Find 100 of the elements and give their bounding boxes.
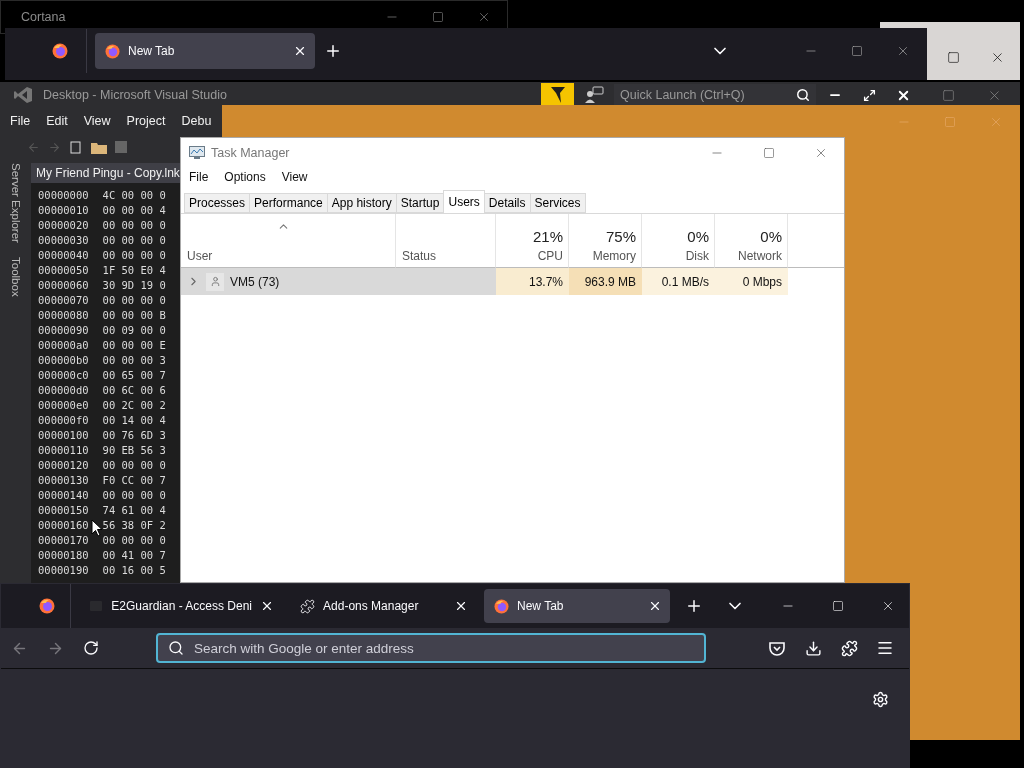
- maximize-icon[interactable]: [862, 88, 876, 102]
- usage-cell: 0 Mbps: [715, 268, 788, 295]
- hex-bytes: 00 00 00 4: [102, 203, 166, 216]
- settings-icon[interactable]: [872, 690, 889, 708]
- browser-tab[interactable]: Add-ons Manager: [290, 589, 477, 623]
- browser-tab[interactable]: New Tab: [484, 589, 671, 623]
- side-tab[interactable]: Server Explorer: [10, 163, 22, 243]
- window-title: Cortana: [21, 10, 66, 24]
- search-icon: [168, 640, 184, 656]
- hex-bytes: 00 2C 00 2: [102, 398, 166, 411]
- hex-offset: 00000010: [38, 203, 89, 216]
- hex-offset: 000000d0: [38, 383, 89, 396]
- hex-offset: 00000020: [38, 218, 89, 231]
- hex-bytes: 30 9D 19 0: [102, 278, 166, 291]
- filter-button[interactable]: [541, 83, 574, 107]
- hex-offset: 00000170: [38, 533, 89, 546]
- hex-offset: 00000130: [38, 473, 89, 486]
- menu-item[interactable]: Project: [126, 114, 166, 128]
- usage-cell: 963.9 MB: [569, 268, 642, 295]
- hex-bytes: 00 00 00 0: [102, 488, 166, 501]
- menu-item[interactable]: File: [10, 114, 31, 128]
- hex-offset: 000000a0: [38, 338, 89, 351]
- tab[interactable]: Processes: [184, 193, 251, 213]
- browser-tab[interactable]: E2Guardian - Access Deni: [79, 589, 283, 623]
- hex-bytes: 00 65 00 7: [102, 368, 166, 381]
- usage-cell: 13.7%: [496, 268, 569, 295]
- new-tab-icon[interactable]: [324, 42, 342, 60]
- reload-icon[interactable]: [83, 640, 99, 656]
- hex-offset: 00000110: [38, 443, 89, 456]
- address-input[interactable]: Search with Google or enter address: [194, 640, 694, 656]
- hex-offset: 00000080: [38, 308, 89, 321]
- hex-offset: 00000070: [38, 293, 89, 306]
- hex-offset: 00000040: [38, 248, 89, 261]
- side-tab[interactable]: Toolbox: [10, 256, 22, 297]
- document-tab[interactable]: My Friend Pingu - Copy.lnk: [31, 163, 181, 183]
- hex-bytes: 4C 00 00 0: [102, 188, 166, 201]
- usage-cell: 0.1 MB/s: [642, 268, 715, 295]
- new-file-icon[interactable]: [69, 140, 83, 154]
- tab[interactable]: Performance: [249, 193, 328, 213]
- hex-bytes: 1F 50 E0 4: [102, 263, 166, 276]
- hex-bytes: 00 00 00 0: [102, 233, 166, 246]
- quick-launch-field[interactable]: Quick Launch (Ctrl+Q): [614, 84, 816, 106]
- hex-offset: 00000050: [38, 263, 89, 276]
- window-title: Desktop - Microsoft Visual Studio: [43, 88, 227, 102]
- hex-bytes: 00 00 00 0: [102, 218, 166, 231]
- hex-offset: 00000120: [38, 458, 89, 471]
- hex-offset: 00000150: [38, 503, 89, 516]
- hex-bytes: 00 00 00 0: [102, 248, 166, 261]
- hex-bytes: 74 61 00 4: [102, 503, 166, 516]
- hex-offset: 00000160: [38, 518, 89, 531]
- hex-offset: 00000030: [38, 233, 89, 246]
- flag-icon: [550, 87, 565, 103]
- menu-item[interactable]: View: [83, 114, 111, 128]
- download-icon[interactable]: [804, 639, 822, 657]
- hex-offset: 00000060: [38, 278, 89, 291]
- tab[interactable]: App history: [326, 193, 397, 213]
- hex-bytes: 00 00 00 B: [102, 308, 166, 321]
- hex-bytes: 56 38 0F 2: [102, 518, 166, 531]
- hex-bytes: 00 00 00 0: [102, 533, 166, 546]
- menu-icon[interactable]: [876, 639, 894, 657]
- hex-offset: 00000100: [38, 428, 89, 441]
- tab[interactable]: Details: [483, 193, 531, 213]
- mouse-pointer-icon: [91, 519, 103, 537]
- browser-logo-icon: [494, 598, 510, 614]
- hex-bytes: 00 00 00 0: [102, 293, 166, 306]
- menu-item[interactable]: Options: [216, 170, 274, 184]
- hex-bytes: 00 00 00 0: [102, 458, 166, 471]
- hex-bytes: 00 00 00 E: [102, 338, 166, 351]
- user-icon: [209, 276, 221, 287]
- folder-icon[interactable]: [91, 140, 107, 154]
- close-icon[interactable]: [293, 44, 307, 58]
- user-name: VM5 (73): [230, 274, 280, 289]
- browser-logo-icon: [52, 43, 68, 59]
- hex-offset: 00000140: [38, 488, 89, 501]
- hex-bytes: 90 EB 56 3: [102, 443, 166, 456]
- puzzle-icon: [300, 598, 316, 614]
- menu-item[interactable]: Edit: [46, 114, 68, 128]
- menu-item[interactable]: Debu: [181, 114, 212, 128]
- extensions-icon[interactable]: [840, 639, 858, 657]
- browser-tab[interactable]: New Tab: [95, 33, 315, 69]
- browser-logo-icon: [105, 43, 120, 59]
- hex-offset: 000000c0: [38, 368, 89, 381]
- hex-bytes: 00 09 00 0: [102, 323, 166, 336]
- user-cell[interactable]: VM5 (73): [181, 268, 396, 295]
- hex-offset: 00000180: [38, 548, 89, 561]
- hex-bytes: 00 6C 00 6: [102, 383, 166, 396]
- ide-logo-icon: [13, 86, 33, 104]
- window-title: Task Manager: [211, 145, 290, 160]
- tab[interactable]: Startup: [395, 193, 445, 213]
- menu-item[interactable]: File: [181, 170, 217, 184]
- hex-bytes: 00 76 6D 3: [102, 428, 166, 441]
- hex-bytes: F0 CC 00 7: [102, 473, 166, 486]
- address-bar[interactable]: Search with Google or enter address: [156, 633, 706, 663]
- feedback-icon[interactable]: [584, 86, 604, 104]
- menu-item[interactable]: View: [273, 170, 316, 184]
- hex-offset: 000000e0: [38, 398, 89, 411]
- pocket-icon[interactable]: [769, 640, 785, 656]
- hex-offset: 00000090: [38, 323, 89, 336]
- tab[interactable]: Services: [529, 193, 586, 213]
- hex-offset: 000000f0: [38, 413, 89, 426]
